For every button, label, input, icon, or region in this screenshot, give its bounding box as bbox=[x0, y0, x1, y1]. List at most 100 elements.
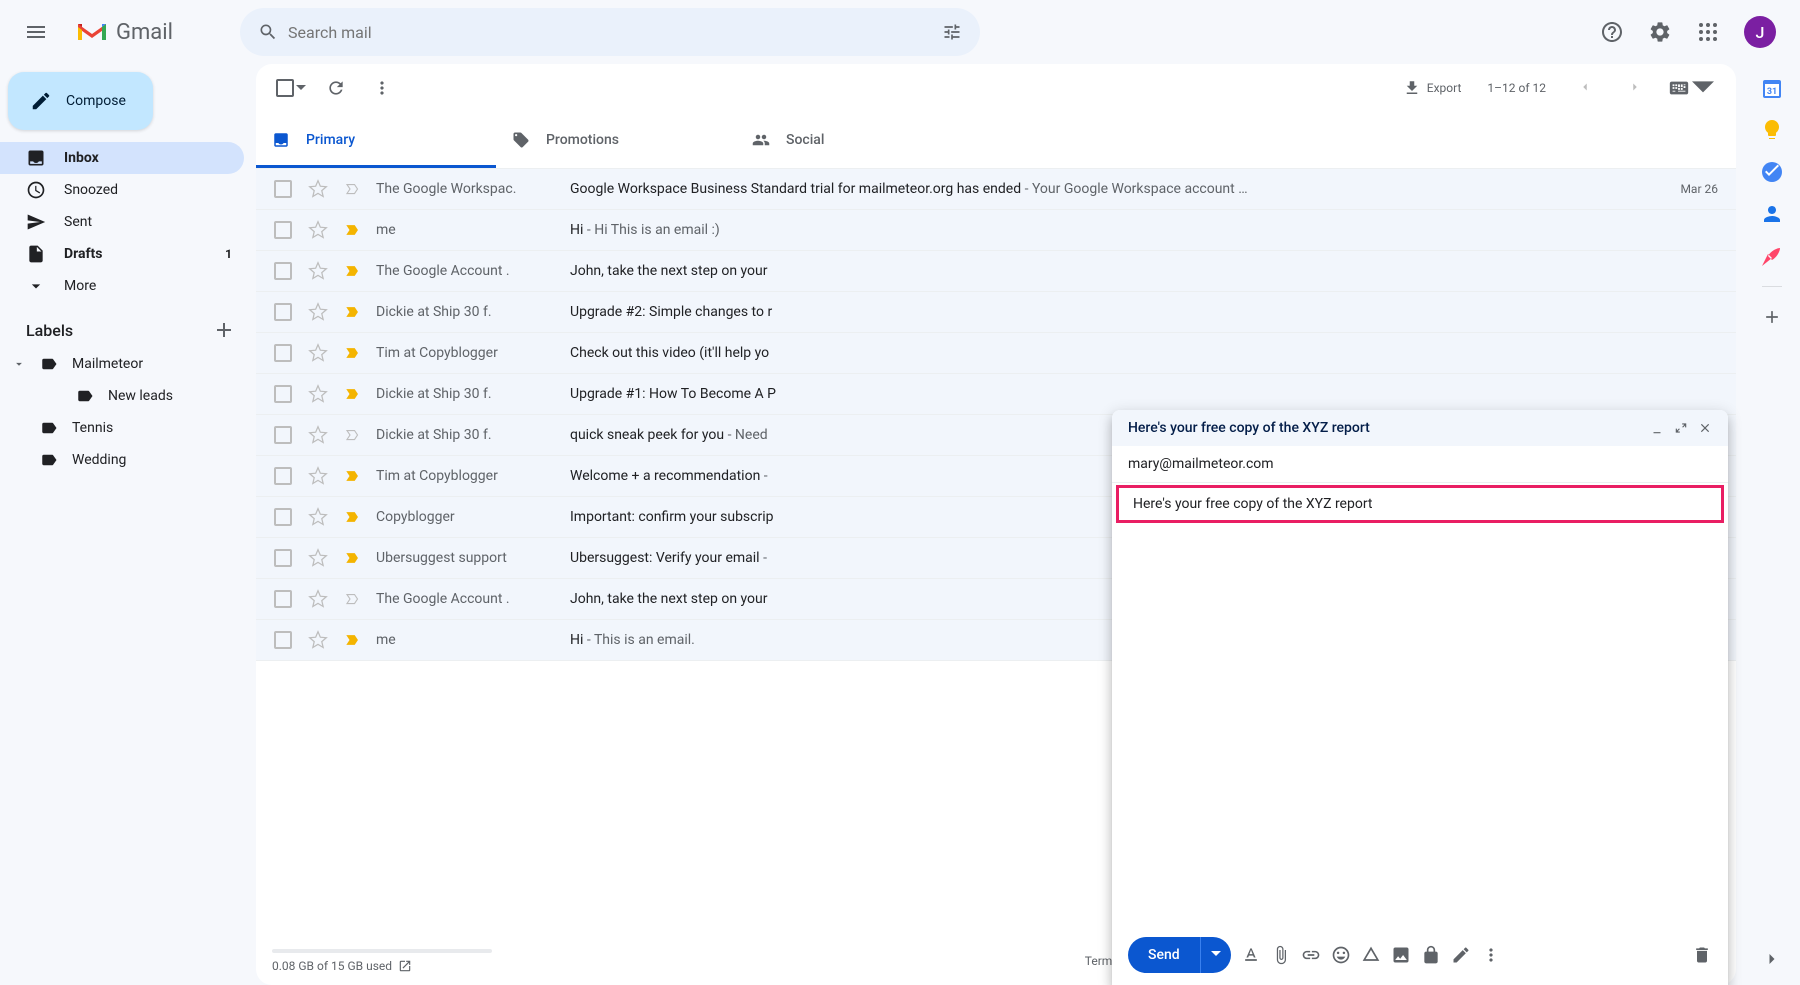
add-label-button[interactable] bbox=[212, 318, 236, 342]
send-options-button[interactable] bbox=[1200, 937, 1231, 973]
discard-draft-button[interactable] bbox=[1692, 945, 1712, 965]
row-checkbox[interactable] bbox=[274, 508, 292, 526]
attach-button[interactable] bbox=[1271, 945, 1291, 965]
more-actions-button[interactable] bbox=[362, 68, 402, 108]
confidential-button[interactable] bbox=[1421, 945, 1441, 965]
get-addons-button[interactable] bbox=[1760, 305, 1784, 329]
importance-marker[interactable] bbox=[344, 385, 362, 403]
row-checkbox[interactable] bbox=[274, 590, 292, 608]
importance-marker[interactable] bbox=[344, 221, 362, 239]
importance-marker[interactable] bbox=[344, 262, 362, 280]
nav-snoozed[interactable]: Snoozed bbox=[0, 174, 244, 206]
star-button[interactable] bbox=[308, 220, 328, 240]
settings-button[interactable] bbox=[1640, 12, 1680, 52]
insert-link-button[interactable] bbox=[1301, 945, 1321, 965]
star-button[interactable] bbox=[308, 302, 328, 322]
insert-emoji-button[interactable] bbox=[1331, 945, 1351, 965]
star-button[interactable] bbox=[308, 548, 328, 568]
importance-marker[interactable] bbox=[344, 303, 362, 321]
importance-marker[interactable] bbox=[344, 344, 362, 362]
star-button[interactable] bbox=[308, 507, 328, 527]
nav-sent[interactable]: Sent bbox=[0, 206, 244, 238]
input-tools-button[interactable] bbox=[1662, 73, 1720, 103]
row-checkbox[interactable] bbox=[274, 426, 292, 444]
tab-primary[interactable]: Primary bbox=[256, 112, 496, 168]
row-checkbox[interactable] bbox=[274, 631, 292, 649]
insert-photo-button[interactable] bbox=[1391, 945, 1411, 965]
keep-addon[interactable] bbox=[1760, 118, 1784, 142]
support-button[interactable] bbox=[1592, 12, 1632, 52]
importance-marker[interactable] bbox=[344, 549, 362, 567]
row-checkbox[interactable] bbox=[274, 344, 292, 362]
importance-marker[interactable] bbox=[344, 426, 362, 444]
email-row[interactable]: meHi - Hi This is an email :) bbox=[256, 210, 1736, 251]
compose-body[interactable] bbox=[1112, 525, 1728, 925]
main-menu-button[interactable] bbox=[12, 8, 60, 56]
tab-promotions[interactable]: Promotions bbox=[496, 112, 736, 168]
label-item[interactable]: Mailmeteor bbox=[0, 348, 244, 380]
signature-button[interactable] bbox=[1451, 945, 1471, 965]
export-button[interactable]: Export bbox=[1393, 73, 1472, 103]
insert-drive-button[interactable] bbox=[1361, 945, 1381, 965]
compose-button[interactable]: Compose bbox=[8, 72, 153, 130]
open-external-icon[interactable] bbox=[398, 959, 412, 973]
star-button[interactable] bbox=[308, 343, 328, 363]
importance-marker[interactable] bbox=[344, 508, 362, 526]
compose-header[interactable]: Here's your free copy of the XYZ report bbox=[1112, 410, 1728, 446]
compose-more-button[interactable] bbox=[1481, 945, 1501, 965]
star-button[interactable] bbox=[308, 179, 328, 199]
label-item[interactable]: New leads bbox=[0, 380, 244, 412]
importance-marker[interactable] bbox=[344, 590, 362, 608]
importance-marker[interactable] bbox=[344, 467, 362, 485]
label-item[interactable]: Tennis bbox=[0, 412, 244, 444]
row-checkbox[interactable] bbox=[274, 303, 292, 321]
send-button[interactable]: Send bbox=[1128, 937, 1231, 973]
hide-side-panel[interactable] bbox=[1762, 949, 1782, 973]
refresh-button[interactable] bbox=[316, 68, 356, 108]
account-avatar[interactable]: J bbox=[1744, 16, 1776, 48]
search-bar[interactable] bbox=[240, 8, 980, 56]
star-button[interactable] bbox=[308, 630, 328, 650]
row-checkbox[interactable] bbox=[274, 549, 292, 567]
search-input[interactable] bbox=[288, 23, 932, 42]
prev-page-button[interactable] bbox=[1562, 80, 1608, 97]
search-button[interactable] bbox=[248, 12, 288, 52]
star-button[interactable] bbox=[308, 425, 328, 445]
email-row[interactable]: Dickie at Ship 30 f.Upgrade #2: Simple c… bbox=[256, 292, 1736, 333]
row-checkbox[interactable] bbox=[274, 385, 292, 403]
tasks-addon[interactable] bbox=[1760, 160, 1784, 184]
importance-marker[interactable] bbox=[344, 180, 362, 198]
compose-to-field[interactable]: mary@mailmeteor.com bbox=[1112, 446, 1728, 483]
compose-subject-field[interactable]: Here's your free copy of the XYZ report bbox=[1116, 485, 1724, 523]
email-row[interactable]: The Google Account .John, take the next … bbox=[256, 251, 1736, 292]
email-row[interactable]: Tim at CopybloggerCheck out this video (… bbox=[256, 333, 1736, 374]
apps-button[interactable] bbox=[1688, 12, 1728, 52]
mailmeteor-addon[interactable] bbox=[1760, 244, 1784, 268]
select-all-checkbox[interactable] bbox=[272, 75, 310, 101]
star-button[interactable] bbox=[308, 589, 328, 609]
search-options-button[interactable] bbox=[932, 12, 972, 52]
fullscreen-button[interactable] bbox=[1674, 421, 1688, 435]
nav-more[interactable]: More bbox=[0, 270, 244, 302]
close-button[interactable] bbox=[1698, 421, 1712, 435]
contacts-addon[interactable] bbox=[1760, 202, 1784, 226]
calendar-addon[interactable]: 31 bbox=[1760, 76, 1784, 100]
tab-social[interactable]: Social bbox=[736, 112, 976, 168]
label-item[interactable]: Wedding bbox=[0, 444, 244, 476]
row-checkbox[interactable] bbox=[274, 262, 292, 280]
row-checkbox[interactable] bbox=[274, 180, 292, 198]
formatting-button[interactable] bbox=[1241, 945, 1261, 965]
email-row[interactable]: The Google Workspac.Google Workspace Bus… bbox=[256, 169, 1736, 210]
next-page-button[interactable] bbox=[1612, 80, 1658, 97]
email-row[interactable]: Dickie at Ship 30 f.Upgrade #1: How To B… bbox=[256, 374, 1736, 415]
star-button[interactable] bbox=[308, 466, 328, 486]
minimize-button[interactable] bbox=[1650, 421, 1664, 435]
row-checkbox[interactable] bbox=[274, 221, 292, 239]
nav-drafts[interactable]: Drafts 1 bbox=[0, 238, 244, 270]
gmail-logo[interactable]: Gmail bbox=[60, 20, 240, 45]
row-checkbox[interactable] bbox=[274, 467, 292, 485]
nav-inbox[interactable]: Inbox bbox=[0, 142, 244, 174]
importance-marker[interactable] bbox=[344, 631, 362, 649]
star-button[interactable] bbox=[308, 384, 328, 404]
star-button[interactable] bbox=[308, 261, 328, 281]
